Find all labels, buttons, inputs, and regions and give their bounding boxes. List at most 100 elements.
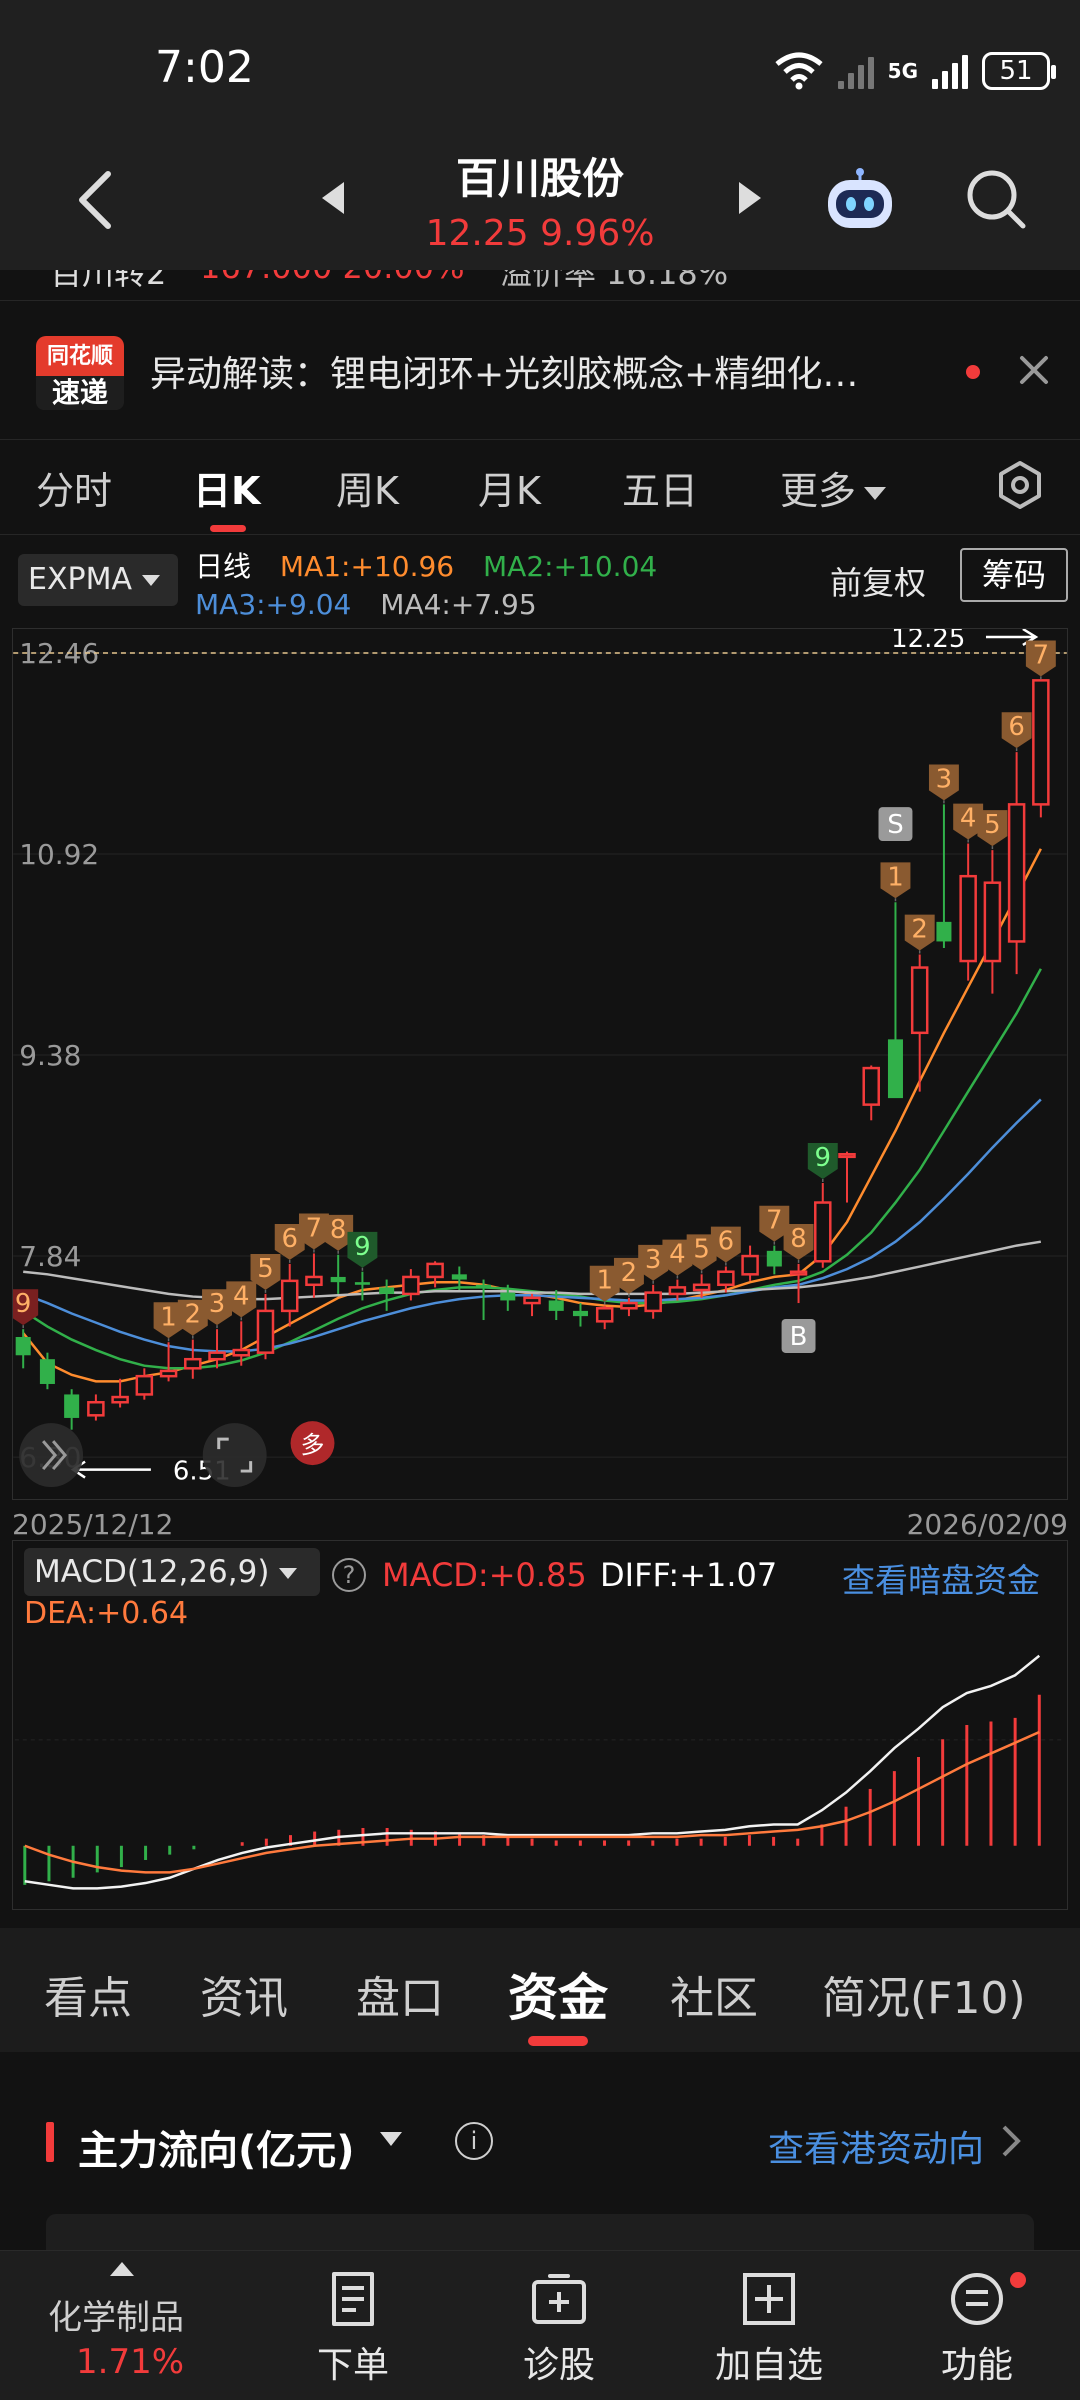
chevron-right-icon[interactable] (1000, 2124, 1024, 2158)
td-count: 2 (911, 915, 928, 945)
info-icon[interactable]: i (455, 2122, 493, 2160)
tab-monthly-k[interactable]: 月K (478, 460, 541, 515)
tab-more-label: 更多 (780, 469, 857, 513)
td-count: 3 (209, 1289, 226, 1319)
tab-daily-k[interactable]: 日K (193, 460, 260, 515)
section-title: 主力流向(亿元) (78, 2128, 355, 2174)
arrow-left-icon (70, 1460, 151, 1479)
td-count: 9 (815, 1143, 832, 1173)
ma3-value: MA3:+9.04 (195, 588, 352, 621)
candle-body (256, 1309, 275, 1354)
bond-name: 百川转2 (50, 270, 166, 288)
td-count: 4 (233, 1281, 250, 1311)
tab-intraday[interactable]: 分时 (36, 460, 112, 515)
dea-line (24, 1730, 1040, 1874)
td-count: 5 (984, 810, 1001, 840)
candle-body (789, 1270, 808, 1276)
sector-name[interactable]: 化学制品 (48, 2290, 184, 2339)
menu-icon (951, 2273, 1003, 2325)
notification-dot (1010, 2272, 1026, 2288)
td-count: 3 (645, 1245, 662, 1275)
tab-highlights[interactable]: 看点 (44, 1962, 132, 2026)
order-button[interactable]: 下单 (268, 2270, 438, 2388)
add-watchlist-button[interactable]: 加自选 (684, 2270, 854, 2388)
tab-order-book[interactable]: 盘口 (356, 1962, 444, 2026)
macd-value: MACD:+0.85 (382, 1556, 587, 1594)
expand-up-icon[interactable] (110, 2262, 134, 2276)
tab-five-day[interactable]: 五日 (622, 460, 698, 515)
adjust-mode[interactable]: 前复权 (830, 558, 926, 604)
wifi-icon (775, 52, 823, 90)
battery-icon: 51 (982, 52, 1056, 90)
td-count: 6 (281, 1224, 298, 1254)
candle-body (354, 1282, 370, 1285)
chips-button[interactable]: 筹码 (960, 548, 1068, 602)
candle-body (1032, 679, 1050, 806)
active-tab-indicator (210, 525, 246, 532)
close-icon[interactable] (1016, 352, 1052, 388)
indicator-select[interactable]: EXPMA (18, 554, 178, 606)
tab-weekly-k[interactable]: 周K (336, 460, 399, 515)
td-count: 7 (766, 1206, 783, 1236)
convertible-bond-row[interactable]: 百川转2 167.000 20.00% 溢价率 16.18% (0, 270, 1080, 288)
chevron-down-icon[interactable] (380, 2132, 402, 2146)
last-price-label: 12.25 (891, 628, 965, 654)
td-count: 5 (693, 1234, 710, 1264)
td-count: 5 (257, 1254, 274, 1284)
td-count: 9 (15, 1289, 32, 1319)
order-label: 下单 (316, 2345, 389, 2386)
date-end: 2026/02/09 (906, 1508, 1068, 1541)
tab-news[interactable]: 资讯 (200, 1962, 288, 2026)
td-count: 7 (1033, 640, 1050, 670)
diagnose-icon (532, 2274, 586, 2324)
long-marker-label: 多 (301, 1431, 325, 1459)
indicator-select-label: EXPMA (28, 562, 133, 597)
signal-sim1-icon (837, 53, 874, 89)
tab-profile-f10[interactable]: 简况(F10) (822, 1962, 1026, 2026)
td-count: 2 (621, 1258, 638, 1288)
ai-assistant-icon[interactable] (822, 166, 898, 232)
ma2-value: MA2:+10.04 (483, 550, 658, 583)
next-stock-icon[interactable] (735, 180, 765, 216)
dark-pool-link[interactable]: 查看暗盘资金 (842, 1554, 1040, 1602)
td-count: 3 (936, 764, 953, 794)
tab-community[interactable]: 社区 (670, 1962, 758, 2026)
candle-body (548, 1300, 564, 1311)
search-icon[interactable] (963, 166, 1029, 232)
candle-body (135, 1374, 154, 1396)
fullscreen-icon (202, 1423, 267, 1488)
diagnose-button[interactable]: 诊股 (474, 2270, 644, 2388)
td-count: 1 (160, 1302, 177, 1332)
functions-button[interactable]: 功能 (892, 2270, 1062, 2388)
candle-body (476, 1284, 492, 1288)
candle-body (208, 1351, 226, 1361)
tab-more[interactable]: 更多 (780, 460, 887, 515)
settings-icon[interactable] (995, 460, 1045, 510)
tab-capital[interactable]: 资金 (508, 1958, 608, 2030)
buy-marker-label: B (790, 1322, 808, 1352)
help-icon[interactable]: ? (332, 1558, 366, 1592)
candle-body (595, 1307, 614, 1323)
logo-line-2: 速递 (36, 376, 124, 410)
alert-text[interactable]: 异动解读：锂电闭环+光刻胶概念+精细化… (150, 345, 970, 397)
candle-body (15, 1336, 31, 1356)
order-icon (332, 2272, 374, 2326)
hk-capital-link[interactable]: 查看港资动向 (768, 2120, 984, 2172)
period-label: 日线 (195, 550, 252, 583)
ma4-value: MA4:+7.95 (380, 588, 537, 621)
sector-change: 1.71% (76, 2342, 185, 2382)
candle-body (620, 1301, 638, 1310)
status-time: 7:02 (155, 42, 254, 93)
candle-body (523, 1296, 541, 1305)
candle-body (766, 1250, 782, 1267)
candle-body (983, 881, 1002, 963)
network-type: 5G (887, 59, 918, 83)
bond-premium: 溢价率 16.18% (500, 270, 728, 288)
td-count: 1 (887, 862, 904, 892)
candlestick-chart[interactable]: 12.4610.929.387.846.3012.259123456789123… (12, 628, 1068, 1500)
functions-label: 功能 (940, 2345, 1013, 2386)
section-marker (46, 2122, 54, 2162)
candle-body (305, 1275, 323, 1287)
macd-indicator-select[interactable]: MACD(12,26,9) (24, 1548, 320, 1596)
td-count: 4 (960, 804, 977, 834)
